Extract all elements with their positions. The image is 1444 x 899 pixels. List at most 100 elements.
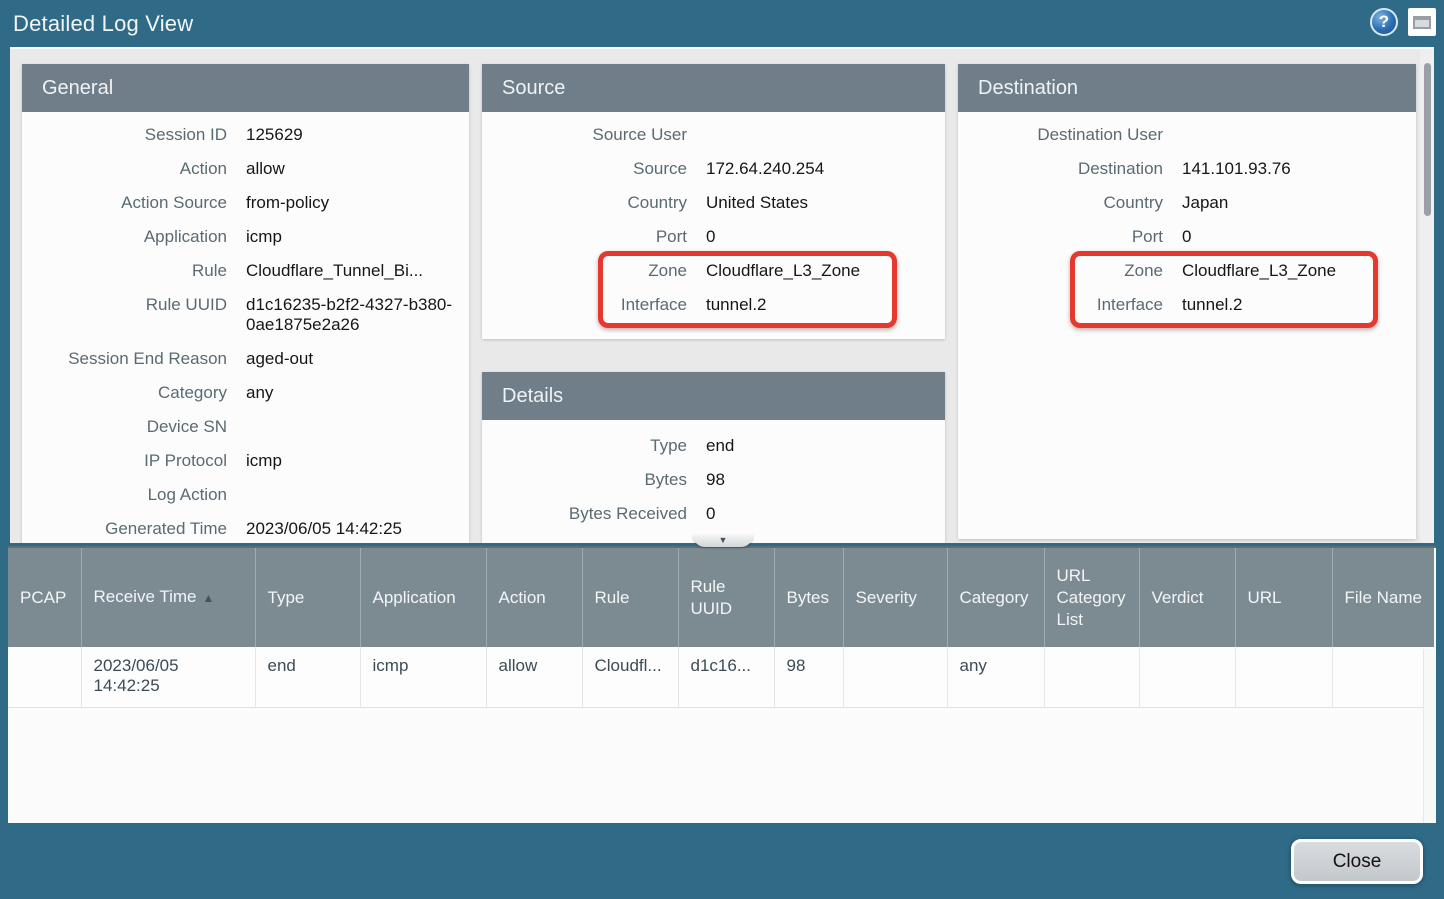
field-label: Zone (482, 254, 687, 288)
col-label: File Name (1345, 588, 1422, 607)
panel-general-body: Session ID 125629 Action allow Action So… (22, 112, 469, 537)
col-label: URL (1248, 588, 1282, 607)
field-value: any (227, 376, 469, 410)
title-bar: Detailed Log View ? (0, 0, 1444, 47)
field-row-destination-port: Port 0 (958, 220, 1416, 254)
field-value: Cloudflare_L3_Zone (687, 254, 945, 288)
col-header-file-name[interactable]: File Name (1332, 548, 1434, 647)
panel-details-header: Details (482, 372, 945, 420)
field-label: Port (482, 220, 687, 254)
cell-receive-time: 2023/06/05 14:42:25 (81, 647, 255, 707)
field-label: Application (22, 220, 227, 254)
window-icon[interactable] (1408, 8, 1436, 36)
field-value: allow (227, 152, 469, 186)
field-value: 125629 (227, 118, 469, 152)
col-header-application[interactable]: Application (360, 548, 486, 647)
field-value (227, 478, 469, 512)
close-button[interactable]: Close (1291, 839, 1423, 884)
col-header-rule[interactable]: Rule (582, 548, 678, 647)
field-label: Action Source (22, 186, 227, 220)
field-value: 172.64.240.254 (687, 152, 945, 186)
col-header-type[interactable]: Type (255, 548, 360, 647)
field-row-source-zone: Zone Cloudflare_L3_Zone (482, 254, 945, 288)
panel-details-body: Type end Bytes 98 Bytes Received 0 (482, 420, 945, 539)
field-row-rule-uuid: Rule UUID d1c16235-b2f2-4327-b380-0ae187… (22, 288, 469, 342)
field-label: Zone (958, 254, 1163, 288)
panel-destination-body: Destination User Destination 141.101.93.… (958, 112, 1416, 533)
field-row-source-user: Source User (482, 118, 945, 152)
cell-pcap (8, 647, 81, 707)
detail-scrollbar-track[interactable] (1420, 49, 1434, 543)
col-header-category[interactable]: Category (947, 548, 1044, 647)
page-title: Detailed Log View (13, 11, 193, 37)
field-row-category: Category any (22, 376, 469, 410)
table-scrollbar-track[interactable] (1423, 649, 1436, 823)
col-header-verdict[interactable]: Verdict (1139, 548, 1235, 647)
field-value: tunnel.2 (1163, 288, 1416, 322)
field-row-action-source: Action Source from-policy (22, 186, 469, 220)
col-label: URL Category List (1057, 566, 1126, 629)
col-header-bytes[interactable]: Bytes (774, 548, 843, 647)
chevron-down-icon: ▼ (693, 535, 753, 546)
col-header-receive-time[interactable]: Receive Time▲ (81, 548, 255, 647)
col-header-action[interactable]: Action (486, 548, 582, 647)
cell-file-name (1332, 647, 1434, 707)
field-label: Session ID (22, 118, 227, 152)
field-value: Japan (1163, 186, 1416, 220)
field-label: Device SN (22, 410, 227, 444)
field-label: Category (22, 376, 227, 410)
field-value (687, 118, 945, 152)
field-value: Cloudflare_L3_Zone (1163, 254, 1416, 288)
panel-source-header: Source (482, 64, 945, 112)
col-label: Action (499, 588, 546, 607)
col-header-url[interactable]: URL (1235, 548, 1332, 647)
field-value: 98 (687, 463, 945, 497)
cell-verdict (1139, 647, 1235, 707)
field-value: icmp (227, 444, 469, 478)
col-header-pcap[interactable]: PCAP (8, 548, 81, 647)
field-row-source-port: Port 0 (482, 220, 945, 254)
field-label: Interface (482, 288, 687, 322)
field-row-device-sn: Device SN (22, 410, 469, 444)
field-value (1163, 118, 1416, 152)
field-value: end (687, 429, 945, 463)
field-value (227, 410, 469, 444)
field-row-source-interface: Interface tunnel.2 (482, 288, 945, 322)
field-row-log-action: Log Action (22, 478, 469, 512)
cell-url (1235, 647, 1332, 707)
cell-severity (843, 647, 947, 707)
col-header-severity[interactable]: Severity (843, 548, 947, 647)
field-label: Source User (482, 118, 687, 152)
field-value: Cloudflare_Tunnel_Bi... (227, 254, 469, 288)
field-label: Bytes (482, 463, 687, 497)
field-value: United States (687, 186, 945, 220)
field-label: Bytes Received (482, 497, 687, 531)
window-icon-glyph (1413, 16, 1431, 29)
col-label: PCAP (20, 588, 66, 607)
field-label: Interface (958, 288, 1163, 322)
col-label: Rule UUID (691, 577, 733, 618)
panel-destination-header: Destination (958, 64, 1416, 112)
splitter-handle[interactable]: ▼ (693, 535, 753, 547)
field-label: Country (958, 186, 1163, 220)
related-logs-table: PCAP Receive Time▲ Type Application Acti… (8, 546, 1436, 823)
field-label: Destination User (958, 118, 1163, 152)
field-row-destination-country: Country Japan (958, 186, 1416, 220)
cell-action: allow (486, 647, 582, 707)
field-label: IP Protocol (22, 444, 227, 478)
detail-scrollbar-thumb[interactable] (1424, 63, 1431, 216)
field-value: 0 (1163, 220, 1416, 254)
field-row-type: Type end (482, 429, 945, 463)
panel-general: General Session ID 125629 Action allow A… (22, 64, 469, 543)
field-value: 141.101.93.76 (1163, 152, 1416, 186)
col-header-rule-uuid[interactable]: Rule UUID (678, 548, 774, 647)
cell-category: any (947, 647, 1044, 707)
field-row-source: Source 172.64.240.254 (482, 152, 945, 186)
col-header-url-category-list[interactable]: URL Category List (1044, 548, 1139, 647)
field-label: Rule (22, 254, 227, 288)
cell-type: end (255, 647, 360, 707)
col-label: Severity (856, 588, 917, 607)
field-row-source-country: Country United States (482, 186, 945, 220)
help-icon[interactable]: ? (1370, 8, 1398, 36)
table-row[interactable]: 2023/06/05 14:42:25 end icmp allow Cloud… (8, 647, 1434, 707)
